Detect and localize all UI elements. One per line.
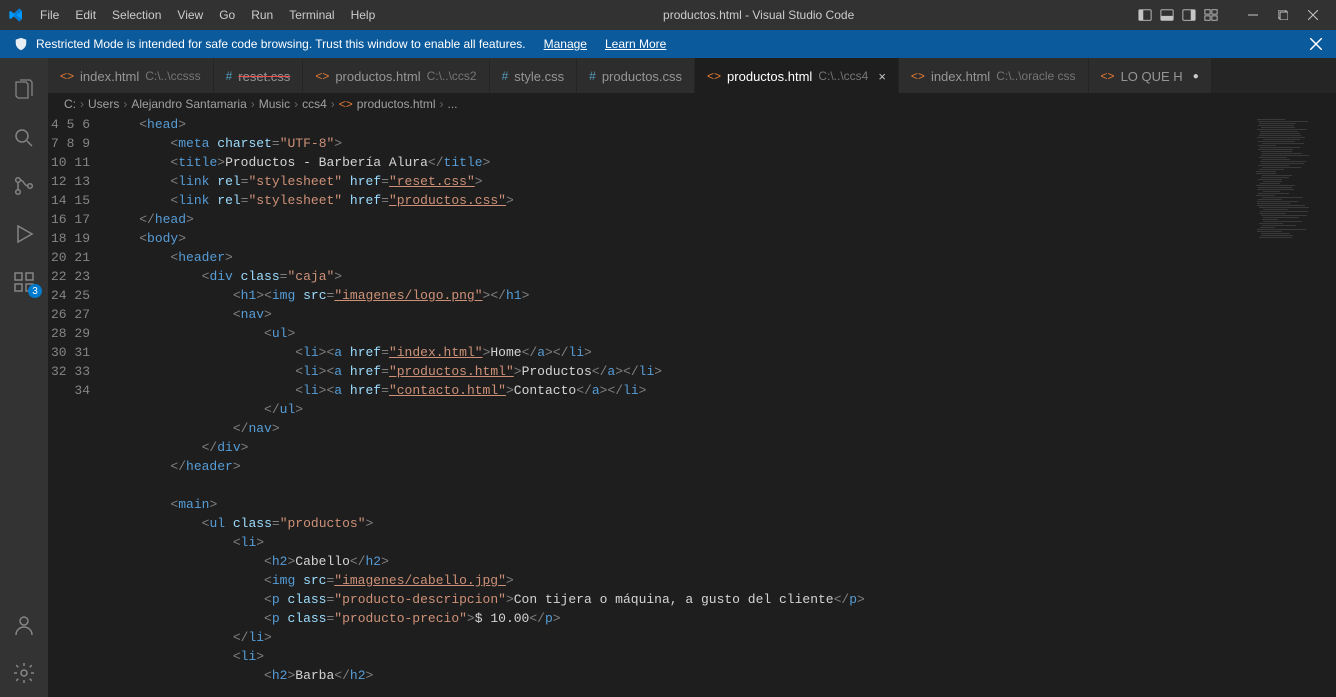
accounts-icon[interactable]	[0, 601, 48, 649]
menu-help[interactable]: Help	[343, 0, 384, 30]
extensions-badge: 3	[28, 284, 42, 298]
tab-filename: index.html	[931, 69, 990, 84]
breadcrumb-separator: ›	[331, 97, 335, 111]
tab-4[interactable]: # productos.css	[577, 58, 695, 93]
menu-bar: File Edit Selection View Go Run Terminal…	[32, 0, 383, 30]
breadcrumb-item[interactable]: Alejandro Santamaria	[131, 97, 246, 111]
menu-selection[interactable]: Selection	[104, 0, 169, 30]
tab-filename: reset.css	[238, 69, 290, 84]
tab-close-icon[interactable]: ×	[878, 69, 886, 84]
tab-filename: style.css	[514, 69, 564, 84]
tab-7[interactable]: <> LO QUE H	[1089, 58, 1212, 93]
toggle-primary-sidebar-icon[interactable]	[1134, 4, 1156, 26]
extensions-icon[interactable]: 3	[0, 258, 48, 306]
search-icon[interactable]	[0, 114, 48, 162]
source-control-icon[interactable]	[0, 162, 48, 210]
breadcrumb-item[interactable]: ccs4	[302, 97, 327, 111]
breadcrumb-separator: ›	[440, 97, 444, 111]
breadcrumbs[interactable]: C: › Users › Alejandro Santamaria › Music › ccs4…	[48, 93, 1336, 115]
file-icon: <>	[60, 69, 74, 83]
code-editor[interactable]: 4 5 6 7 8 9 10 11 12 13 14 15 16 17 18 1…	[48, 115, 1336, 697]
titlebar: File Edit Selection View Go Run Terminal…	[0, 0, 1336, 30]
minimap[interactable]	[1248, 115, 1336, 697]
settings-gear-icon[interactable]	[0, 649, 48, 697]
menu-edit[interactable]: Edit	[67, 0, 104, 30]
learn-more-link[interactable]: Learn More	[605, 37, 666, 51]
breadcrumb-item[interactable]: C:	[64, 97, 76, 111]
minimize-button[interactable]	[1238, 0, 1268, 30]
tab-path: C:\..\oracle css	[996, 69, 1075, 83]
menu-run[interactable]: Run	[243, 0, 281, 30]
editor-area: <> index.html C:\..\ccsss # reset.css <> produ…	[48, 58, 1336, 697]
editor-tabs: <> index.html C:\..\ccsss # reset.css <> produ…	[48, 58, 1336, 93]
close-button[interactable]	[1298, 0, 1328, 30]
breadcrumb-item[interactable]: Users	[88, 97, 119, 111]
tab-6[interactable]: <> index.html C:\..\oracle css	[899, 58, 1089, 93]
breadcrumb-item[interactable]: <> productos.html	[339, 97, 436, 111]
maximize-button[interactable]	[1268, 0, 1298, 30]
file-icon: #	[589, 69, 596, 83]
breadcrumb-separator: ›	[80, 97, 84, 111]
menu-terminal[interactable]: Terminal	[281, 0, 342, 30]
shield-icon	[14, 37, 28, 51]
code-content[interactable]: <head> <meta charset="UTF-8"> <title>Pro…	[108, 115, 1248, 697]
breadcrumb-separator: ›	[123, 97, 127, 111]
activity-bar: 3	[0, 58, 48, 697]
tab-0[interactable]: <> index.html C:\..\ccsss	[48, 58, 214, 93]
vscode-icon	[8, 7, 24, 23]
file-icon: <>	[315, 69, 329, 83]
breadcrumb-item[interactable]: Music	[259, 97, 290, 111]
tab-filename: productos.css	[602, 69, 682, 84]
tab-1[interactable]: # reset.css	[214, 58, 304, 93]
breadcrumb-separator: ›	[251, 97, 255, 111]
explorer-icon[interactable]	[0, 66, 48, 114]
window-title: productos.html - Visual Studio Code	[383, 8, 1134, 22]
file-icon: #	[502, 69, 509, 83]
run-debug-icon[interactable]	[0, 210, 48, 258]
breadcrumb-separator: ›	[294, 97, 298, 111]
restricted-mode-banner: Restricted Mode is intended for safe cod…	[0, 30, 1336, 58]
line-number-gutter: 4 5 6 7 8 9 10 11 12 13 14 15 16 17 18 1…	[48, 115, 108, 697]
manage-link[interactable]: Manage	[544, 37, 587, 51]
breadcrumb-item[interactable]: ...	[448, 97, 458, 111]
file-icon: <>	[911, 69, 925, 83]
tab-filename: productos.html	[727, 69, 812, 84]
menu-go[interactable]: Go	[211, 0, 243, 30]
menu-file[interactable]: File	[32, 0, 67, 30]
tab-3[interactable]: # style.css	[490, 58, 578, 93]
layout-controls	[1134, 4, 1222, 26]
restricted-text: Restricted Mode is intended for safe cod…	[36, 37, 526, 51]
file-icon: #	[226, 69, 233, 83]
tab-path: C:\..\ccs4	[818, 69, 868, 83]
tab-2[interactable]: <> productos.html C:\..\ccs2	[303, 58, 489, 93]
toggle-panel-icon[interactable]	[1156, 4, 1178, 26]
banner-close-icon[interactable]	[1310, 38, 1322, 50]
customize-layout-icon[interactable]	[1200, 4, 1222, 26]
tab-filename: index.html	[80, 69, 139, 84]
file-icon: <>	[707, 69, 721, 83]
menu-view[interactable]: View	[169, 0, 211, 30]
tab-5[interactable]: <> productos.html C:\..\ccs4 ×	[695, 58, 899, 93]
tab-filename: productos.html	[335, 69, 420, 84]
file-icon: <>	[1101, 69, 1115, 83]
window-controls	[1238, 0, 1328, 30]
toggle-secondary-sidebar-icon[interactable]	[1178, 4, 1200, 26]
tab-path: C:\..\ccs2	[427, 69, 477, 83]
file-icon: <>	[339, 97, 353, 111]
tab-path: C:\..\ccsss	[145, 69, 200, 83]
tab-filename: LO QUE H	[1121, 69, 1183, 84]
